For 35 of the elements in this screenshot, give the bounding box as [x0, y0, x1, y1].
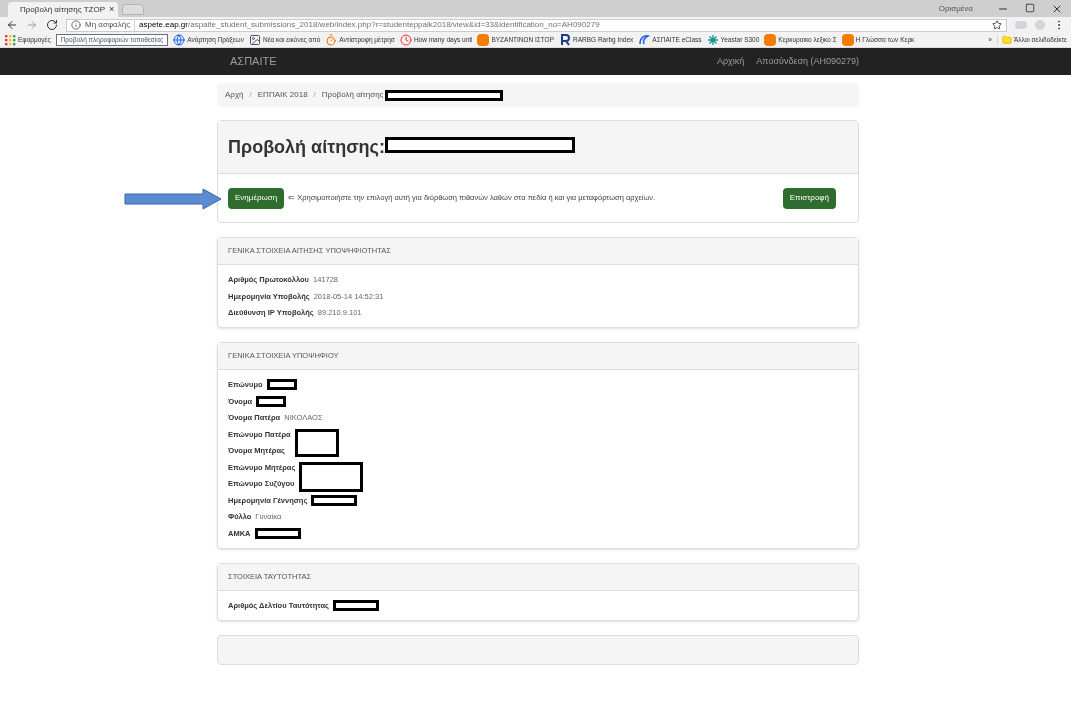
- timer-icon: [325, 34, 338, 46]
- back-button[interactable]: Επιστροφή: [782, 187, 836, 209]
- maximize-icon[interactable]: [1025, 2, 1035, 13]
- url-text: aspete.eap.gr/aspaite_student_submissions_2018/web/index.php?r=studenteppaik2018/view&id=33&identification_no=AH090279: [139, 19, 600, 31]
- blog-icon: [477, 34, 490, 46]
- info-icon: [71, 20, 81, 30]
- breadcrumb-link[interactable]: Αρχή: [225, 89, 244, 101]
- reload-icon[interactable]: [46, 19, 58, 31]
- r-letter-icon: [559, 34, 571, 46]
- clock-icon: [399, 34, 412, 46]
- page-title: Προβολή αίτησης:: [228, 135, 385, 159]
- swirl-icon: [638, 34, 651, 46]
- apps-grid-icon: [4, 34, 16, 46]
- tab-title: Προβολή αίτησης ΤΖΟΡ: [20, 3, 105, 16]
- address-bar[interactable]: Μη ασφαλής aspete.eap.gr/aspaite_student_submissions_2018/web/index.php?r=studenteppaik2018/view&id=33&identification_no=AH090279: [66, 18, 1007, 32]
- folder-icon: [1001, 35, 1012, 45]
- update-button[interactable]: Ενημέρωση: [228, 187, 285, 209]
- blog-icon: [841, 34, 854, 46]
- breadcrumb-separator: /: [312, 89, 317, 101]
- sparkle-icon: [706, 34, 719, 46]
- back-icon[interactable]: [6, 19, 18, 31]
- breadcrumb-link[interactable]: Προβολή αίτησης: [321, 89, 384, 101]
- tab-close[interactable]: ×: [109, 2, 115, 17]
- browser-tab[interactable]: Προβολή αίτησης ΤΖΟΡ ×: [8, 2, 118, 17]
- nav-link[interactable]: Αρχική: [716, 54, 745, 69]
- brand-link[interactable]: ΑΣΠΑΙΤΕ: [230, 53, 277, 70]
- blog-icon: [764, 34, 777, 46]
- globe-icon: [173, 34, 186, 46]
- image-icon: [248, 34, 261, 46]
- breadcrumb-separator: /: [248, 89, 253, 101]
- security-label: Μη ασφαλής: [85, 19, 135, 31]
- profile-name[interactable]: Ορισμένα: [938, 2, 973, 15]
- nav-link[interactable]: Αποσύνδεση (AH090279): [756, 54, 859, 69]
- breadcrumb-link[interactable]: ΕΠΠΑΙΚ 2018: [257, 89, 308, 101]
- star-icon[interactable]: [992, 20, 1002, 30]
